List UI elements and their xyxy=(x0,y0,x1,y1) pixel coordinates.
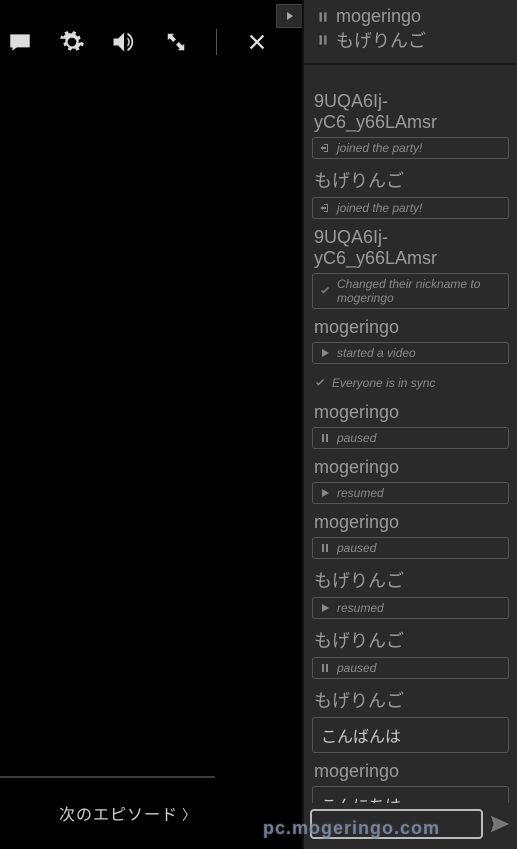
member-row: mogeringo xyxy=(316,6,507,27)
chat-message: こんばんは xyxy=(312,717,509,753)
pause-icon xyxy=(316,10,330,24)
status-event: joined the party! xyxy=(312,197,509,219)
progress-bar[interactable] xyxy=(0,776,215,778)
chat-nickname: もげりんご xyxy=(314,627,507,653)
member-row: もげりんご xyxy=(316,27,507,53)
chat-nickname: もげりんご xyxy=(314,567,507,593)
login-icon xyxy=(319,202,331,214)
status-event: resumed xyxy=(312,597,509,619)
play-icon xyxy=(319,602,331,614)
pause-icon xyxy=(316,33,330,47)
chat-nickname: 9UQA6Ij-yC6_y66LAmsr xyxy=(314,227,507,269)
member-name: mogeringo xyxy=(336,6,421,27)
next-episode-label: 次のエピソード xyxy=(59,807,178,824)
chevron-right-icon: 〉 xyxy=(182,807,197,823)
gear-icon[interactable] xyxy=(58,28,86,56)
close-icon[interactable] xyxy=(243,28,271,56)
status-event: Changed their nickname to mogeringo xyxy=(312,273,509,309)
status-event: started a video xyxy=(312,342,509,364)
player-toolbar xyxy=(6,28,271,56)
chat-nickname: mogeringo xyxy=(314,317,507,338)
pause-icon xyxy=(319,662,331,674)
collapse-tab[interactable] xyxy=(276,4,302,28)
status-event: resumed xyxy=(312,482,509,504)
status-event: paused xyxy=(312,657,509,679)
sync-status: Everyone is in sync xyxy=(314,376,507,390)
status-event: joined the party! xyxy=(312,137,509,159)
chat-feed: 9UQA6Ij-yC6_y66LAmsrjoined the party!もげり… xyxy=(304,65,517,803)
toolbar-divider xyxy=(216,29,217,55)
next-episode-button[interactable]: 次のエピソード〉 xyxy=(0,801,215,825)
chat-nickname: mogeringo xyxy=(314,761,507,782)
chat-nickname: もげりんご xyxy=(314,687,507,713)
status-event: paused xyxy=(312,537,509,559)
play-icon xyxy=(319,347,331,359)
login-icon xyxy=(319,142,331,154)
chat-nickname: もげりんご xyxy=(314,167,507,193)
message-input[interactable] xyxy=(310,809,483,839)
volume-icon[interactable] xyxy=(110,28,138,56)
fullscreen-icon[interactable] xyxy=(162,28,190,56)
members-header: mogeringo もげりんご xyxy=(304,0,517,65)
check-icon xyxy=(319,285,331,297)
party-sidebar: mogeringo もげりんご 9UQA6Ij-yC6_y66LAmsrjoin… xyxy=(302,0,517,849)
check-icon xyxy=(314,377,326,389)
chat-nickname: mogeringo xyxy=(314,402,507,423)
subtitles-icon[interactable] xyxy=(6,28,34,56)
chat-nickname: 9UQA6Ij-yC6_y66LAmsr xyxy=(314,91,507,133)
chat-nickname: mogeringo xyxy=(314,512,507,533)
pause-icon xyxy=(319,542,331,554)
chat-nickname: mogeringo xyxy=(314,457,507,478)
chat-message: こんにちは xyxy=(312,786,509,803)
composer xyxy=(304,803,517,849)
play-icon xyxy=(319,487,331,499)
send-icon[interactable] xyxy=(489,813,511,835)
member-name: もげりんご xyxy=(336,27,426,53)
pause-icon xyxy=(319,432,331,444)
status-event: paused xyxy=(312,427,509,449)
